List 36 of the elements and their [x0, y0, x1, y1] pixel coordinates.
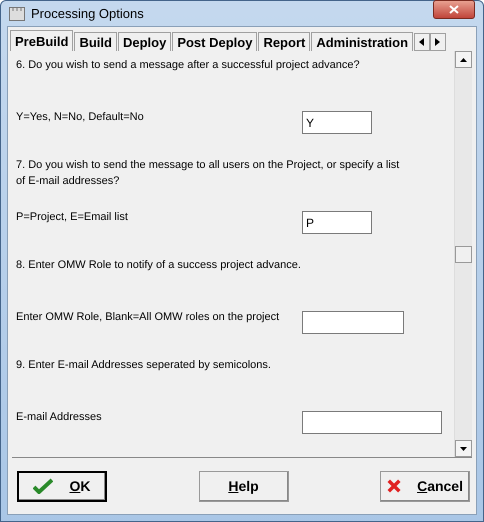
window-icon [9, 6, 25, 20]
right-arrow-icon [435, 38, 442, 46]
input-field[interactable] [302, 411, 442, 434]
tab[interactable]: Report [258, 32, 310, 51]
option-label: E-mail Addresses [16, 411, 103, 423]
input-field[interactable]: P [302, 211, 372, 234]
cancel-button[interactable]: Cancel [380, 470, 470, 502]
option-question: 8. Enter OMW Role to notify of a success project advance. [16, 258, 302, 273]
tab-scroll-right-button[interactable] [430, 33, 446, 51]
tab-scroll-left-button[interactable] [414, 33, 430, 51]
option-label: P=Project, E=Email list [16, 211, 129, 223]
tab[interactable]: Administration [311, 32, 414, 51]
down-arrow-icon [460, 446, 467, 450]
up-arrow-icon [460, 58, 467, 62]
input-field[interactable] [302, 311, 404, 334]
window-title: Processing Options [31, 6, 145, 21]
checkmark-icon [33, 478, 54, 494]
tab[interactable]: Deploy [118, 32, 172, 51]
left-arrow-icon [419, 38, 426, 46]
input-field[interactable]: Y [302, 111, 372, 134]
scrollbar-thumb[interactable] [455, 246, 472, 263]
option-label: Enter OMW Role, Blank=All OMW roles on the project [16, 311, 280, 323]
option-label: Y=Yes, N=No, Default=No [16, 111, 145, 123]
close-icon [449, 5, 459, 14]
scroll-down-button[interactable] [455, 440, 472, 457]
cross-icon [387, 478, 402, 494]
ok-button[interactable]: OK [17, 470, 107, 502]
option-question: 7. Do you wish to send the message to all users on the Project, or specify a list of E-mail addresses? [16, 158, 400, 189]
tab[interactable]: Build [74, 32, 117, 51]
tab[interactable]: Post Deploy [172, 32, 258, 51]
close-button[interactable] [433, 0, 475, 19]
option-question: 9. Enter E-mail Addresses seperated by semicolons. [16, 358, 272, 373]
option-question: 6. Do you wish to send a message after a successful project advance? [16, 58, 361, 73]
help-button[interactable]: Help [198, 470, 288, 502]
tab[interactable]: PreBuild [10, 30, 74, 51]
scroll-up-button[interactable] [455, 51, 472, 68]
